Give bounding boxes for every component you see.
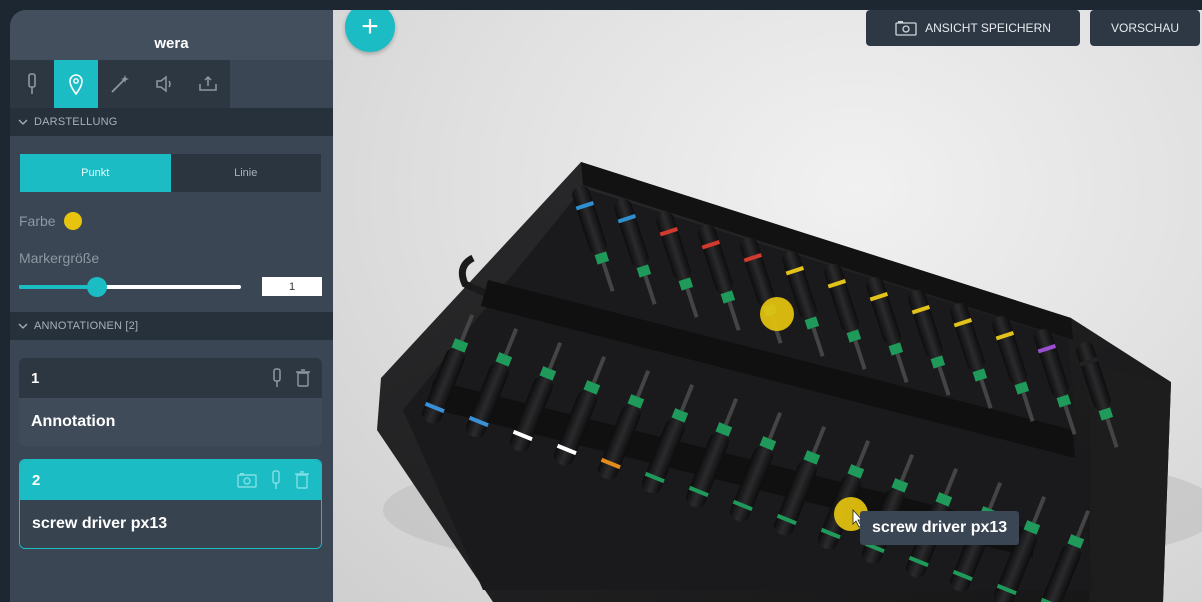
preview-button[interactable]: VORSCHAU <box>1090 10 1200 46</box>
model-title: wera <box>10 10 333 60</box>
preview-label: VORSCHAU <box>1110 21 1179 35</box>
tool-bar <box>10 60 333 108</box>
speaker-icon <box>156 75 171 93</box>
slider-fill <box>19 285 97 289</box>
app-frame: wera DARSTELLUNG Punkt Linie Farbe Marke… <box>0 0 1202 602</box>
darstellung-title: DARSTELLUNG <box>34 116 118 128</box>
annotation-card-header: 1 <box>19 358 322 398</box>
annotation-card-header: 2 <box>20 460 321 500</box>
3d-viewport[interactable]: + ANSICHT SPEICHERN VORSCHAU screw drive… <box>333 10 1202 602</box>
annotationen-header[interactable]: ANNOTATIONEN [2] <box>10 312 333 340</box>
pin-tool-button[interactable] <box>10 60 54 108</box>
trash-icon[interactable] <box>296 369 310 387</box>
magic-wand-icon <box>111 75 129 93</box>
color-row: Farbe <box>19 212 82 230</box>
audio-tool-button[interactable] <box>142 60 186 108</box>
toolbar-filler <box>230 60 333 108</box>
editor-sidebar: wera DARSTELLUNG Punkt Linie Farbe Marke… <box>10 10 333 602</box>
annotation-card-2[interactable]: 2 screw driver px13 <box>19 459 322 549</box>
marker-tool-icon <box>69 74 83 95</box>
marker-size-label: Markergröße <box>19 250 100 266</box>
camera-icon <box>895 21 917 36</box>
marker-size-slider[interactable] <box>19 277 241 297</box>
export-tool-button[interactable] <box>186 60 230 108</box>
annotation-text[interactable]: screw driver px13 <box>20 500 321 548</box>
color-label: Farbe <box>19 213 56 229</box>
export-icon <box>199 75 217 91</box>
annotationen-title: ANNOTATIONEN [2] <box>34 320 139 332</box>
save-view-button[interactable]: ANSICHT SPEICHERN <box>866 10 1080 46</box>
darstellung-header[interactable]: DARSTELLUNG <box>10 108 333 136</box>
pin-tool-icon <box>28 73 36 94</box>
segment-punkt[interactable]: Punkt <box>20 154 171 192</box>
annotation-text[interactable]: Annotation <box>19 398 322 446</box>
marker-size-input[interactable]: 1 <box>262 277 322 296</box>
color-swatch[interactable] <box>63 212 82 230</box>
annotation-tooltip: screw driver px13 <box>860 511 1020 545</box>
annotation-marker-1[interactable] <box>760 297 794 331</box>
slider-handle[interactable] <box>86 277 107 297</box>
chevron-down-icon <box>18 119 28 125</box>
display-mode-toggle: Punkt Linie <box>20 154 321 192</box>
annotation-number: 1 <box>31 369 40 387</box>
trash-icon[interactable] <box>295 471 309 489</box>
camera-icon[interactable] <box>237 472 257 488</box>
pin-icon[interactable] <box>271 470 281 490</box>
marker-tool-button[interactable] <box>54 60 98 108</box>
annotation-number: 2 <box>32 471 41 489</box>
chevron-down-icon <box>18 323 28 329</box>
pin-icon[interactable] <box>272 368 282 388</box>
save-view-label: ANSICHT SPEICHERN <box>925 21 1051 35</box>
magic-wand-tool-button[interactable] <box>98 60 142 108</box>
segment-linie[interactable]: Linie <box>170 154 321 192</box>
screwdriver-case-model[interactable] <box>333 10 1202 602</box>
annotation-card-1[interactable]: 1 Annotation <box>19 358 322 446</box>
